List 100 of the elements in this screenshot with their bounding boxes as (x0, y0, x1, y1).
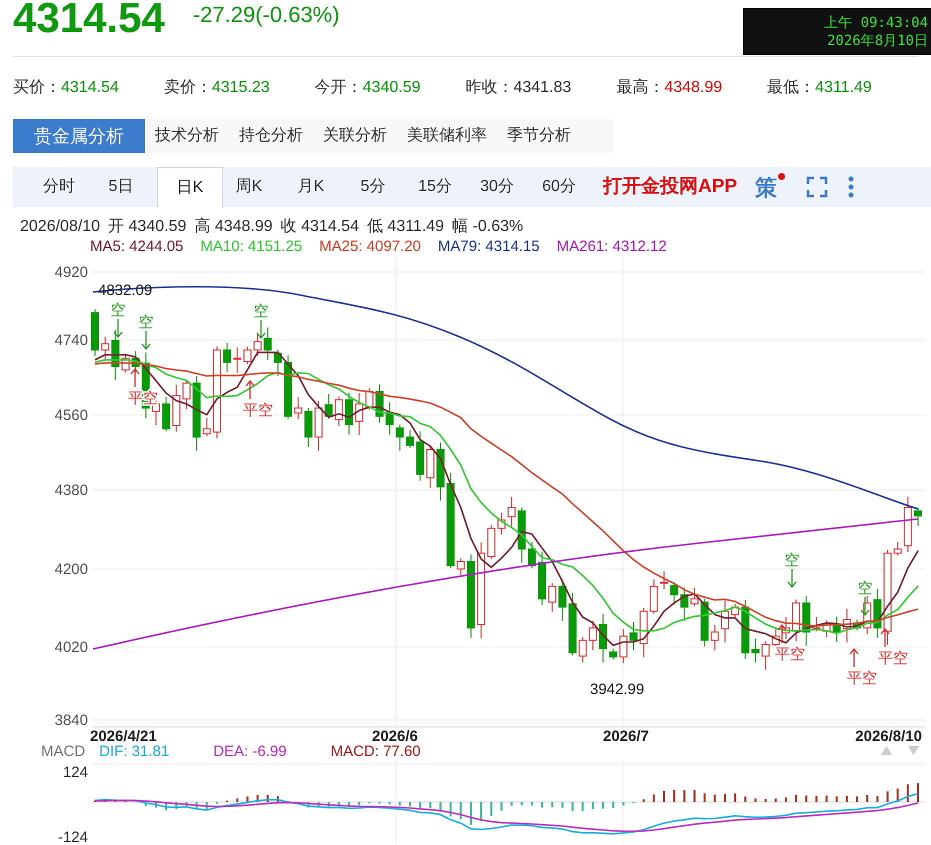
axis-label: 2026/4/21 (90, 728, 157, 743)
price-change: -27.29(-0.63%) (192, 1, 340, 29)
candlestick (762, 640, 770, 670)
candlestick (710, 624, 719, 651)
signal-label: 空 (254, 303, 268, 320)
candlestick (568, 592, 577, 656)
candlestick (670, 582, 678, 606)
info-value: 幅 -0.63% (452, 217, 524, 237)
macd-legend: DEA: -6.99 (213, 743, 287, 760)
candlestick (436, 442, 444, 502)
candlestick (172, 384, 180, 432)
down-arrow-icon (787, 568, 797, 588)
analysis-tab[interactable]: 美联储利率 (397, 119, 497, 153)
candlestick (91, 308, 99, 357)
axis-label: 2026/7 (603, 728, 649, 743)
period-tab[interactable]: 60分 (533, 167, 585, 207)
current-price: 4314.54 (13, 0, 165, 38)
candlestick (182, 379, 190, 410)
candlestick (304, 408, 312, 448)
candlestick (334, 396, 343, 426)
candlestick (609, 648, 618, 660)
axis-label: 2026/6 (372, 728, 418, 743)
candlestick (700, 598, 709, 648)
candlestick (842, 608, 851, 643)
period-tab[interactable]: 月K (285, 167, 337, 207)
candlestick (853, 619, 862, 631)
signal-label: 平空 (775, 646, 805, 663)
candlestick (376, 384, 384, 424)
period-tab[interactable]: 5分 (347, 167, 399, 207)
analysis-tab[interactable]: 季节分析 (497, 119, 581, 153)
period-tab[interactable]: 分时 (33, 167, 85, 207)
moving-average-legend: MA5: 4244.05 (90, 237, 184, 257)
candlestick (365, 388, 374, 410)
candlestick (508, 496, 516, 528)
signal-label: 平空 (847, 670, 877, 687)
candlestick (162, 396, 170, 432)
candlestick (751, 638, 760, 664)
stat-value: 4341.83 (513, 78, 572, 98)
candlestick (619, 628, 628, 664)
candlestick (731, 603, 740, 618)
info-value: 收 4314.54 (280, 217, 359, 237)
candlestick (396, 424, 404, 452)
candlestick (650, 578, 658, 614)
signal-label: 平空 (878, 650, 908, 667)
axis-label: 124 (62, 764, 88, 781)
stat-label: 今开： (314, 78, 363, 98)
macd-legend: DIF: 31.81 (99, 743, 170, 760)
analysis-tab[interactable]: 技术分析 (145, 119, 229, 153)
period-tab[interactable]: 周K (223, 167, 275, 207)
stat-value: 4348.99 (664, 78, 722, 98)
candlestick (456, 558, 465, 576)
info-value: 高 4348.99 (194, 217, 273, 237)
stat-value: 4315.23 (212, 78, 270, 98)
candlestick (202, 417, 211, 437)
candlestick (802, 595, 810, 646)
candlestick (578, 636, 587, 663)
axis-label: 4920 (54, 264, 88, 281)
candlestick (416, 430, 424, 482)
low-price-label: 3942.99 (590, 681, 644, 698)
stat-label: 买价： (13, 78, 61, 98)
candlestick (406, 430, 414, 448)
stat-label: 卖价： (164, 78, 212, 98)
candlestick (111, 329, 120, 381)
candlestick (284, 354, 292, 420)
axis-label: 2026/8/10 (855, 728, 922, 743)
analysis-tab[interactable]: 关联分析 (313, 119, 397, 153)
signal-label: 空 (138, 314, 154, 331)
up-arrow-icon (880, 628, 890, 648)
up-arrow-icon (245, 380, 255, 400)
signal-label: 平空 (243, 402, 273, 419)
candlestick (599, 613, 608, 663)
period-tab[interactable]: 日K (157, 167, 223, 207)
info-value: 低 4311.49 (366, 217, 444, 237)
info-value: 开 4340.59 (108, 217, 186, 237)
fullscreen-icon[interactable] (806, 176, 828, 198)
candlestick (832, 616, 841, 642)
analysis-tab[interactable]: 贵金属分析 (13, 119, 145, 153)
period-tab[interactable]: 5日 (95, 167, 147, 207)
more-menu-icon[interactable] (848, 176, 854, 198)
axis-label: 4020 (54, 639, 88, 656)
candlestick (690, 588, 698, 607)
candlestick (660, 570, 668, 590)
strategy-button[interactable]: 策 (749, 167, 786, 207)
down-arrow-icon (113, 318, 123, 338)
analysis-tab[interactable]: 持仓分析 (229, 119, 313, 153)
clock-time: 上午 09:43:04 (824, 14, 928, 32)
macd-title: MACD (41, 743, 86, 760)
period-tab[interactable]: 30分 (471, 167, 523, 207)
axis-label: 4200 (54, 561, 88, 578)
candlestick (101, 336, 110, 360)
candlestick (640, 607, 648, 658)
period-tab[interactable]: 15分 (409, 167, 461, 207)
candlestick (497, 512, 506, 536)
candlestick (528, 542, 536, 569)
candlestick (223, 342, 232, 373)
app-link[interactable]: 打开金投网APP (603, 172, 738, 202)
candlestick (863, 595, 872, 635)
candlestick (294, 396, 302, 420)
candlestick (822, 620, 831, 638)
candlestick (274, 349, 282, 377)
